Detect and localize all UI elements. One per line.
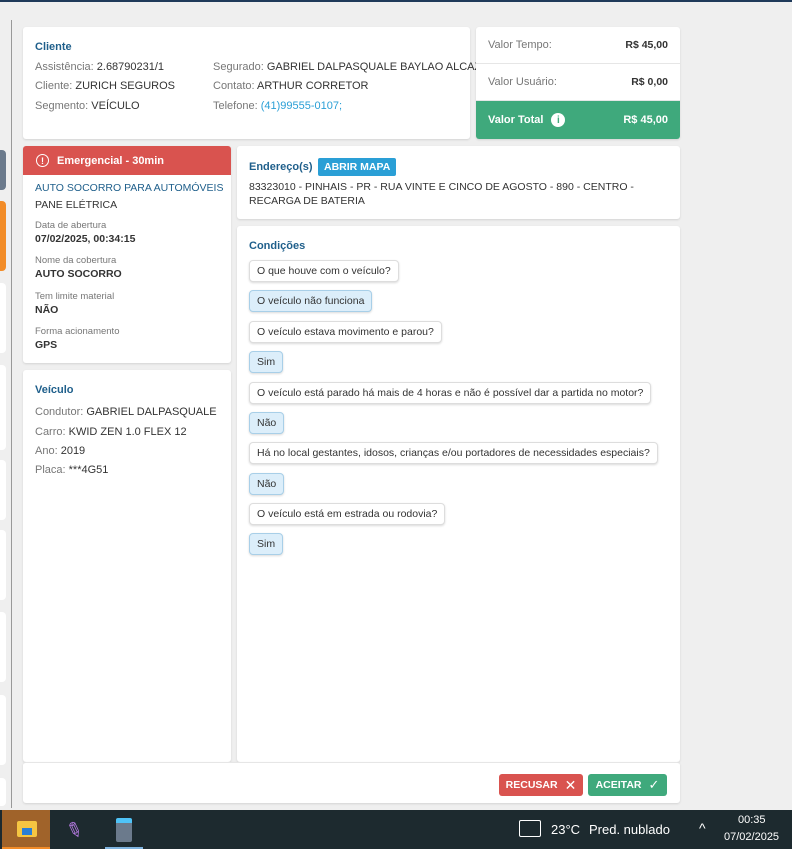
client-field: Assistência: 2.68790231/1	[35, 61, 165, 73]
question: O veículo estava movimento e parou?	[249, 321, 442, 343]
phone-link[interactable]: (41)99555-0107;	[261, 100, 342, 112]
service-card: ! Emergencial - 30min AUTO SOCORRO PARA …	[23, 146, 231, 363]
values-card: Valor Tempo: R$ 45,00 Valor Usuário: R$ 0,…	[476, 27, 680, 139]
top-border	[0, 0, 792, 2]
news-widget-icon[interactable]	[519, 820, 541, 837]
feather-app-icon[interactable]: ✎	[62, 816, 86, 845]
answer: Não	[249, 473, 285, 495]
address-text: 83323010 - PINHAIS - PR - RUA VINTE E CI…	[249, 181, 634, 207]
urgency-badge: ! Emergencial - 30min	[23, 146, 231, 175]
client-field: Segurado: GABRIEL DALPASQUALE BAYLAO ALC…	[213, 61, 497, 73]
address-card: Endereço(s) ABRIR MAPA 83323010 - PINHAI…	[237, 146, 680, 219]
answer: Sim	[249, 533, 284, 555]
side-tab[interactable]	[0, 530, 6, 600]
side-tab[interactable]	[0, 150, 6, 190]
side-tab[interactable]	[0, 460, 6, 520]
client-field: Cliente: ZURICH SEGUROS	[35, 80, 175, 92]
taskbar: ✎ 23°C Pred. nublado ^ 00:35 07/02/2025	[0, 810, 792, 849]
question: O que houve com o veículo?	[249, 260, 399, 282]
answer: Sim	[249, 351, 284, 373]
answer: O veículo não funciona	[249, 290, 373, 312]
side-tab[interactable]	[0, 778, 6, 806]
action-bar: RECUSAR ✕ ACEITAR ✓	[23, 762, 680, 803]
vehicle-card: Veículo Condutor: GABRIEL DALPASQUALE Ca…	[23, 370, 231, 762]
side-tab[interactable]	[0, 365, 6, 450]
client-field: Segmento: VEÍCULO	[35, 100, 140, 112]
check-icon: ✓	[648, 777, 660, 792]
client-field: Telefone: (41)99555-0107;	[213, 100, 343, 112]
accept-button[interactable]: ACEITAR ✓	[588, 774, 667, 796]
file-explorer-icon[interactable]	[2, 810, 50, 849]
side-tab[interactable]	[0, 612, 6, 682]
total-row: Valor Total i R$ 45,00	[476, 101, 680, 139]
client-field: Contato: ARTHUR CORRETOR	[213, 80, 369, 92]
divider	[11, 20, 12, 808]
conditions-card: Condições O que houve com o veículo? O v…	[237, 226, 680, 762]
calculator-icon[interactable]	[105, 810, 143, 849]
info-icon[interactable]: i	[551, 113, 566, 127]
refuse-button[interactable]: RECUSAR ✕	[499, 774, 583, 796]
side-tab[interactable]	[0, 283, 6, 353]
side-tab[interactable]	[0, 201, 6, 271]
side-tab[interactable]	[0, 695, 6, 765]
chevron-up-icon[interactable]: ^	[699, 820, 706, 836]
open-map-button[interactable]: ABRIR MAPA	[318, 158, 397, 176]
client-title: Cliente	[35, 41, 72, 53]
client-card: Cliente Assistência: 2.68790231/1 Client…	[23, 27, 497, 139]
question: O veículo está em estrada ou rodovia?	[249, 503, 446, 525]
question: Há no local gestantes, idosos, crianças …	[249, 442, 658, 464]
alert-icon: !	[36, 154, 49, 167]
question: O veículo está parado há mais de 4 horas…	[249, 382, 652, 404]
close-icon: ✕	[564, 776, 577, 793]
answer: Não	[249, 412, 285, 434]
